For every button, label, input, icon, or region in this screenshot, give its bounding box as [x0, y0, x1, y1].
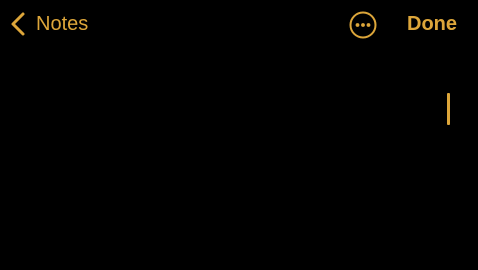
more-options-button[interactable]	[348, 10, 378, 40]
note-body-editor[interactable]	[0, 50, 478, 270]
ellipsis-circle-icon	[349, 11, 377, 39]
navigation-bar: Notes Done	[0, 0, 478, 50]
note-editor-screen: Notes Done	[0, 0, 478, 270]
text-cursor	[447, 93, 450, 125]
back-button-label: Notes	[36, 13, 89, 35]
back-to-notes-button[interactable]: Notes	[10, 10, 88, 38]
done-button[interactable]: Done	[407, 10, 457, 38]
chevron-left-icon	[11, 12, 25, 36]
